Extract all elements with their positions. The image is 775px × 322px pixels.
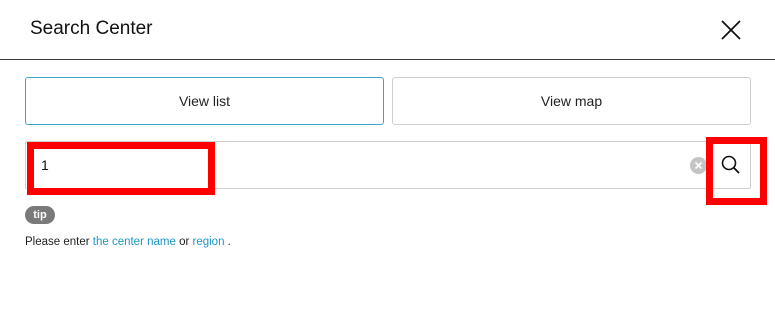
search-hint: Please enter the center name or region . [25, 234, 231, 250]
center-name-link[interactable]: the center name [93, 236, 176, 248]
search-button[interactable] [712, 142, 750, 188]
hint-prefix: Please enter [25, 236, 93, 248]
view-list-button[interactable]: View list [25, 77, 384, 125]
clear-icon [694, 161, 703, 170]
close-button[interactable] [717, 16, 745, 44]
search-box [25, 141, 751, 189]
dialog-title: Search Center [30, 18, 153, 39]
search-input[interactable] [41, 151, 681, 179]
region-link[interactable]: region [193, 236, 225, 248]
search-icon [721, 155, 740, 174]
view-map-button[interactable]: View map [392, 77, 751, 125]
hint-suffix: . [224, 236, 231, 248]
close-icon [721, 20, 741, 40]
dialog-header: Search Center [0, 0, 775, 60]
hint-or: or [175, 236, 193, 248]
clear-button[interactable] [690, 157, 707, 174]
tip-badge: tip [25, 206, 55, 224]
